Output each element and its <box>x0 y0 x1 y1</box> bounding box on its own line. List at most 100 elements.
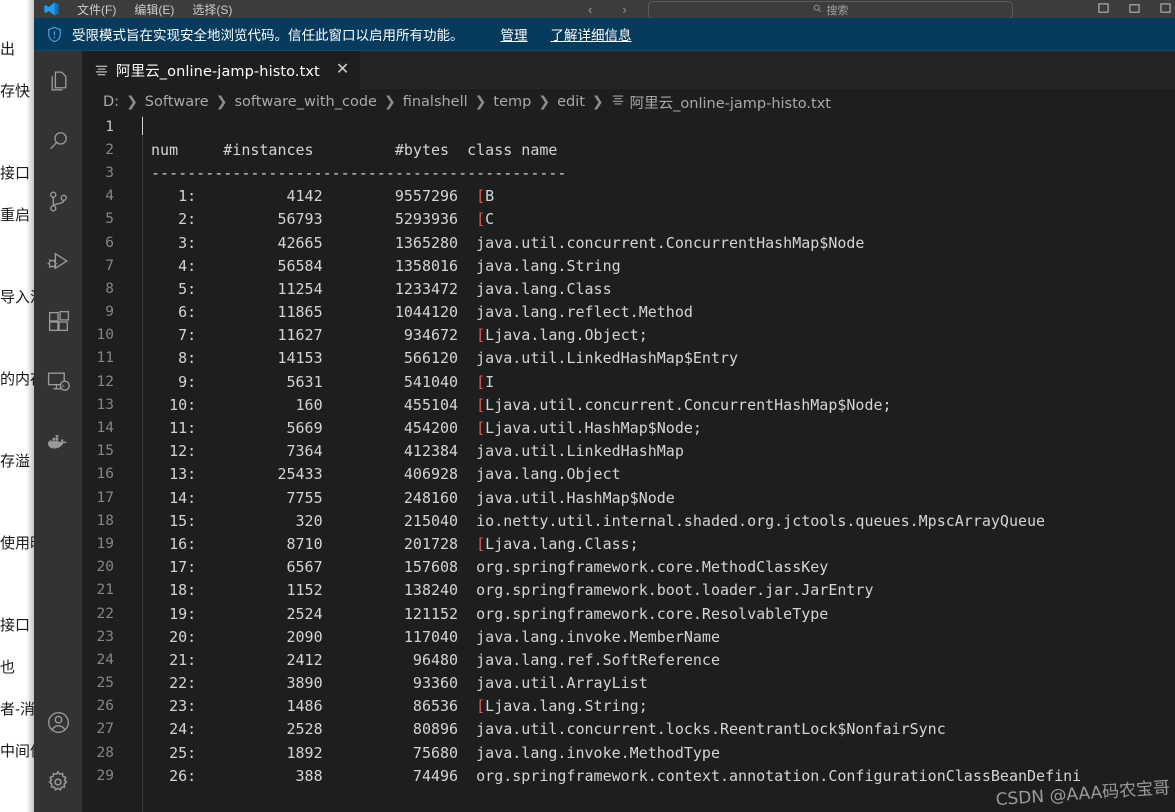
code-line-text: num #instances #bytes class name <box>142 140 558 159</box>
code-line-text: 5: 11254 1233472 java.lang.Class <box>142 279 612 298</box>
array-bracket-token: [ <box>476 395 486 414</box>
line-number: 8 <box>105 280 114 297</box>
chevron-right-icon: ❯ <box>126 94 138 110</box>
code-line-text: 10: 160 455104 [Ljava.util.concurrent.Co… <box>142 395 892 414</box>
line-number: 19 <box>96 535 114 552</box>
menu-item[interactable]: 编辑(E) <box>125 3 183 18</box>
line-number: 2 <box>105 141 114 158</box>
sidebar-item-run-and-debug[interactable] <box>34 231 82 291</box>
code-line-text: 15: 320 215040 io.netty.util.internal.sh… <box>142 511 1046 530</box>
menu-item[interactable]: 文件(F) <box>68 3 125 18</box>
line-number: 18 <box>96 512 114 529</box>
code-line-text <box>136 117 1175 136</box>
code-lines: 12 num #instances #bytes class name 3 ---… <box>82 115 1175 787</box>
line-number: 23 <box>96 628 114 645</box>
text-file-icon <box>611 93 625 111</box>
breadcrumb-item[interactable]: D: <box>103 94 119 110</box>
code-line-text: 18: 1152 138240 org.springframework.boot… <box>142 581 874 600</box>
code-line-row: 18 15: 320 215040 io.netty.util.internal… <box>82 509 1175 532</box>
code-line-text: 21: 2412 96480 java.lang.ref.SoftReferen… <box>142 650 720 669</box>
remote-explorer-icon: >_ <box>46 369 71 394</box>
code-line-row: 16 13: 25433 406928 java.lang.Object <box>82 463 1175 486</box>
code-line-text: ----------------------------------------… <box>142 163 567 182</box>
code-line-row: 27 24: 2528 80896 java.util.concurrent.l… <box>82 718 1175 741</box>
minimize-icon[interactable] <box>1098 3 1109 17</box>
chevron-right-icon: ❯ <box>474 94 487 110</box>
source-control-icon <box>46 189 71 214</box>
command-search-bar[interactable]: 搜索 <box>648 1 1013 18</box>
nav-back-icon[interactable]: ‹ <box>588 2 592 17</box>
shield-warning-icon <box>46 26 63 43</box>
sidebar-item-explorer[interactable] <box>34 51 82 111</box>
breadcrumb-item-label: 阿里云_online-jamp-histo.txt <box>629 95 831 112</box>
sidebar-item-manage-settings[interactable] <box>34 752 82 812</box>
menu-bar[interactable]: 文件(F) 编辑(E) 选择(S) <box>68 0 241 18</box>
array-bracket-token: [ <box>476 419 486 438</box>
code-line-text: 17: 6567 157608 org.springframework.core… <box>142 558 829 577</box>
line-number: 28 <box>96 744 114 761</box>
chevron-right-icon: ❯ <box>215 94 228 110</box>
sidebar-item-accounts[interactable] <box>34 692 82 752</box>
nav-buttons[interactable]: ‹ › <box>588 2 627 17</box>
vscode-window: 文件(F) 编辑(E) 选择(S) ‹ › 搜索 受限模式旨在实现安全地浏览代码… <box>34 0 1175 812</box>
window-controls[interactable] <box>1098 3 1171 17</box>
menu-item[interactable]: 选择(S) <box>183 3 241 18</box>
breadcrumb-item[interactable]: edit <box>557 94 585 110</box>
line-number: 20 <box>96 559 114 576</box>
window-shadow <box>26 0 34 812</box>
code-line-text: 8: 14153 566120 java.util.LinkedHashMap$… <box>142 349 739 368</box>
code-line-row: 9 6: 11865 1044120 java.lang.reflect.Met… <box>82 301 1175 324</box>
breadcrumb-item[interactable]: software_with_code <box>234 94 377 110</box>
line-number: 7 <box>105 257 114 274</box>
line-number: 14 <box>96 420 114 437</box>
close-icon[interactable]: ✕ <box>336 62 349 78</box>
trust-manage-link[interactable]: 管理 <box>501 24 528 44</box>
sidebar-item-extensions[interactable] <box>34 291 82 351</box>
line-number: 27 <box>96 721 114 738</box>
sidebar-item-remote-explorer[interactable]: >_ <box>34 351 82 411</box>
nav-forward-icon[interactable]: › <box>622 2 626 17</box>
editor-tab[interactable]: 阿里云_online-jamp-histo.txt ✕ <box>82 51 362 89</box>
docker-icon <box>45 428 71 454</box>
sidebar-item-search[interactable] <box>34 111 82 171</box>
breadcrumb[interactable]: D: ❯ Software ❯ software_with_code ❯ finalshel… <box>82 89 1175 115</box>
line-number: 10 <box>96 327 114 344</box>
code-line-row: 23 20: 2090 117040 java.lang.invoke.Memb… <box>82 625 1175 648</box>
maximize-icon[interactable] <box>1129 3 1140 17</box>
code-editor[interactable]: 12 num #instances #bytes class name 3 ---… <box>82 115 1175 812</box>
code-line-row: 15 12: 7364 412384 java.util.LinkedHashM… <box>82 440 1175 463</box>
close-icon[interactable] <box>1160 3 1171 17</box>
sidebar-item-docker[interactable] <box>34 411 82 471</box>
screenshot-root: 出存快接口重启导入泸的内存存溢使用时接口也者-消中间件 文件(F)编辑(E)选择… <box>0 0 1175 812</box>
sidebar-item-source-control[interactable] <box>34 171 82 231</box>
breadcrumb-item[interactable]: 阿里云_online-jamp-histo.txt <box>611 92 831 113</box>
files-icon <box>46 69 71 94</box>
code-line-row: 12 9: 5631 541040 [I <box>82 370 1175 393</box>
code-line-text: 1: 4142 9557296 [B <box>142 187 495 206</box>
breadcrumb-item-label: edit <box>557 94 585 110</box>
line-number: 1 <box>105 118 114 135</box>
vscode-logo-icon <box>34 0 68 18</box>
code-line-row: 20 17: 6567 157608 org.springframework.c… <box>82 556 1175 579</box>
line-number: 15 <box>96 443 114 460</box>
extensions-icon <box>46 309 71 334</box>
chevron-right-icon: ❯ <box>591 94 604 110</box>
code-line-row: 24 21: 2412 96480 java.lang.ref.SoftRefe… <box>82 648 1175 671</box>
activity-bar: >_ <box>34 51 82 812</box>
code-line-text: 16: 8710 201728 [Ljava.lang.Class; <box>142 534 639 553</box>
code-line-row: 13 10: 160 455104 [Ljava.util.concurrent… <box>82 393 1175 416</box>
line-number: 12 <box>96 373 114 390</box>
breadcrumb-item[interactable]: temp <box>493 94 531 110</box>
line-number: 5 <box>105 211 114 228</box>
code-line-row: 8 5: 11254 1233472 java.lang.Class <box>82 277 1175 300</box>
code-line-text: 7: 11627 934672 [Ljava.lang.Object; <box>142 326 648 345</box>
code-line-text: 26: 388 74496 org.springframework.contex… <box>142 766 1082 785</box>
breadcrumb-item[interactable]: Software <box>145 94 209 110</box>
code-line-row: 21 18: 1152 138240 org.springframework.b… <box>82 579 1175 602</box>
activity-bar-bottom <box>34 692 82 812</box>
line-number: 3 <box>105 164 114 181</box>
trust-learn-more-link[interactable]: 了解详细信息 <box>551 24 632 44</box>
breadcrumb-item[interactable]: finalshell <box>403 94 468 110</box>
line-number: 22 <box>96 605 114 622</box>
run-debug-icon <box>46 249 71 274</box>
